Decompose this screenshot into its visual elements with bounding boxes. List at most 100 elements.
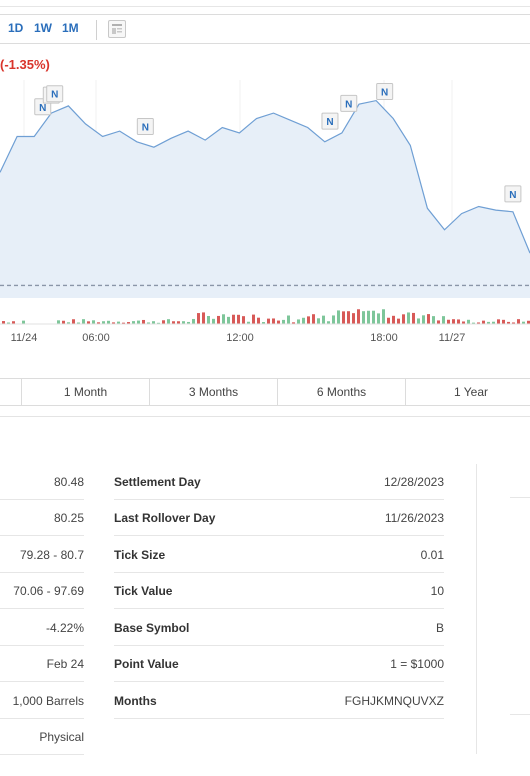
table-view-icon [112, 24, 122, 34]
volume-bar [282, 319, 285, 324]
detail-value: Physical [39, 730, 84, 744]
volume-bar [272, 318, 275, 324]
period-prev[interactable] [0, 379, 22, 405]
x-tick-label: 11/24 [11, 332, 38, 344]
volume-bar [207, 316, 210, 324]
detail-value: 70.06 - 97.69 [13, 584, 84, 598]
chart-toolbar: 1D 1W 1M [0, 14, 530, 44]
volume-bar [432, 316, 435, 324]
detail-value: 1 = $1000 [390, 657, 444, 671]
period-1-month[interactable]: 1 Month [22, 379, 150, 405]
price-change-percent: (-1.35%) [0, 57, 50, 72]
volume-bar [227, 316, 230, 324]
detail-label: Tick Size [114, 548, 166, 562]
svg-text:N: N [326, 117, 333, 128]
right-panel-row-line [510, 714, 530, 715]
detail-row: 80.48 [0, 464, 84, 500]
volume-bar [312, 314, 315, 324]
top-divider [0, 6, 530, 7]
svg-text:N: N [142, 123, 149, 134]
news-marker-icon[interactable]: N [46, 85, 64, 103]
volume-bar [287, 315, 290, 324]
period-3-months[interactable]: 3 Months [150, 379, 278, 405]
detail-value: 11/26/2023 [384, 511, 444, 525]
svg-text:N: N [345, 99, 352, 110]
detail-row-tick-size: Tick Size 0.01 [114, 537, 444, 573]
detail-label: Months [114, 694, 157, 708]
news-marker-icon[interactable]: N [504, 185, 522, 203]
period-1-year[interactable]: 1 Year [406, 379, 530, 405]
volume-bar [427, 314, 430, 324]
volume-bar [252, 314, 255, 324]
news-marker-icon[interactable]: N [376, 83, 394, 101]
volume-bar [277, 320, 280, 324]
detail-label: Last Rollover Day [114, 511, 216, 525]
period-6-months[interactable]: 6 Months [278, 379, 406, 405]
volume-bar [267, 318, 270, 324]
range-1w-button[interactable]: 1W [34, 21, 52, 35]
news-marker-icon[interactable]: N [321, 112, 339, 130]
volume-bar [142, 319, 145, 324]
volume-bar [212, 318, 215, 324]
detail-row: Physical [0, 719, 84, 755]
detail-label: Base Symbol [114, 621, 190, 635]
x-tick-label: 06:00 [82, 332, 110, 344]
detail-value: 1,000 Barrels [12, 694, 84, 708]
volume-bar [22, 320, 25, 324]
detail-value: 79.28 - 80.7 [19, 548, 84, 562]
volume-bar [82, 319, 85, 324]
volume-bar [437, 320, 440, 324]
volume-bar [387, 317, 390, 324]
detail-row-last-rollover-day: Last Rollover Day 11/26/2023 [114, 500, 444, 536]
volume-bar [372, 310, 375, 324]
price-chart[interactable]: NNNNNNNN 11/2406:0012:0018:0011/27 [0, 80, 530, 348]
svg-text:N: N [509, 190, 516, 201]
volume-bar [452, 319, 455, 324]
volume-bar [162, 320, 165, 324]
detail-row-settlement-day: Settlement Day 12/28/2023 [114, 464, 444, 500]
volume-bar [517, 319, 520, 324]
detail-label: Settlement Day [114, 475, 201, 489]
news-marker-icon[interactable]: N [136, 118, 154, 136]
range-1d-button[interactable]: 1D [8, 21, 23, 35]
volume-bar [197, 313, 200, 324]
section-divider [0, 416, 530, 417]
volume-bar [352, 313, 355, 324]
range-1m-button[interactable]: 1M [62, 21, 79, 35]
volume-bar [307, 316, 310, 324]
volume-bar [322, 315, 325, 324]
volume-bar [297, 319, 300, 324]
volume-bar [447, 319, 450, 324]
svg-text:N: N [381, 88, 388, 99]
volume-bar [382, 309, 385, 324]
volume-bar [367, 310, 370, 324]
volume-bar [502, 319, 505, 324]
volume-bar [362, 311, 365, 324]
volume-bar [402, 314, 405, 324]
volume-bar [342, 311, 345, 324]
volume-bar [392, 315, 395, 324]
x-axis-ticks: 11/24 06:00 12:00 18:00 11/27 [11, 332, 466, 344]
news-marker-icon[interactable]: N [340, 94, 358, 112]
volume-bar [467, 319, 470, 324]
svg-text:N: N [39, 103, 46, 114]
volume-bars [2, 309, 530, 324]
detail-value: 0.01 [420, 548, 444, 562]
detail-row: 79.28 - 80.7 [0, 537, 84, 573]
volume-bar [192, 318, 195, 324]
volume-bar [407, 312, 410, 324]
detail-row: Feb 24 [0, 646, 84, 682]
chart-settings-icon[interactable] [108, 20, 126, 38]
detail-value: Feb 24 [46, 657, 84, 671]
detail-label: Point Value [114, 657, 179, 671]
toolbar-separator [96, 20, 97, 40]
volume-bar [302, 317, 305, 324]
volume-bar [442, 316, 445, 324]
detail-row-point-value: Point Value 1 = $1000 [114, 646, 444, 682]
volume-bar [242, 316, 245, 324]
volume-bar [347, 311, 350, 324]
panel-divider [476, 464, 477, 754]
volume-bar [222, 314, 225, 324]
detail-value: FGHJKMNQUVXZ [344, 694, 444, 708]
volume-bar [422, 315, 425, 324]
